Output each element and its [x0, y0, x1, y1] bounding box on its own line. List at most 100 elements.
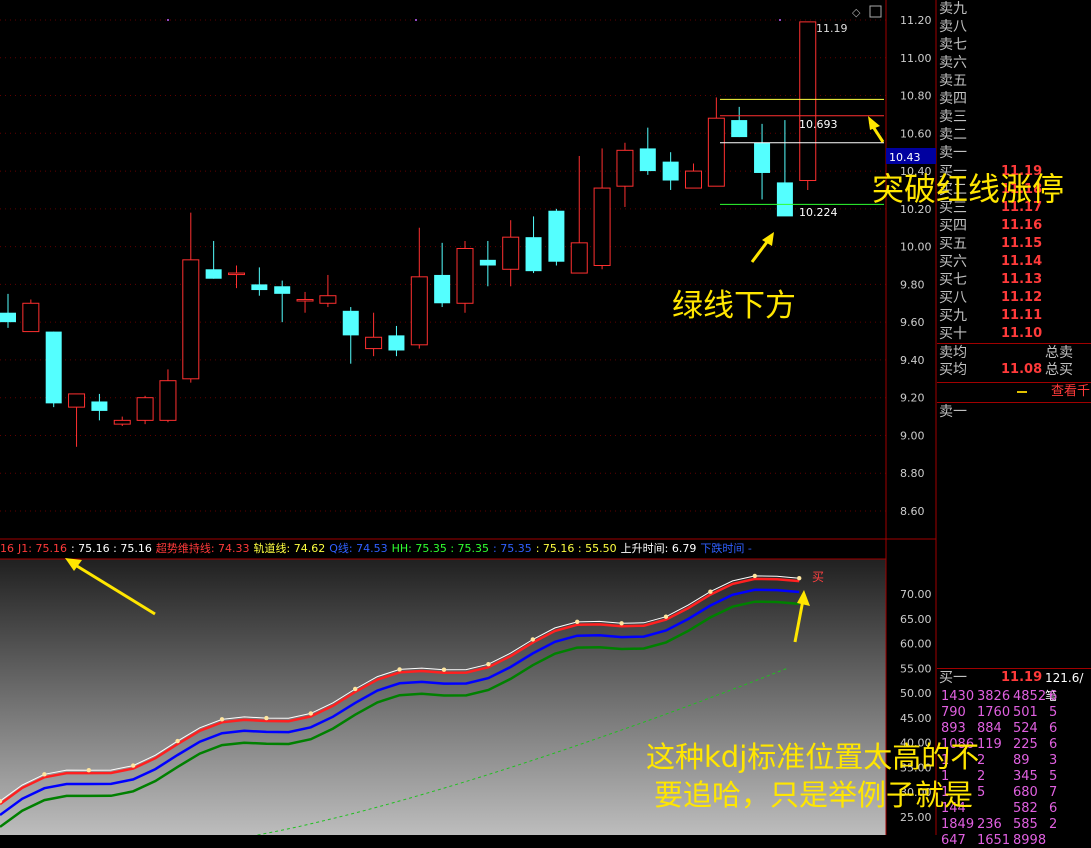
candle-body	[456, 248, 474, 304]
breakout-annotation: 突破红线涨停	[872, 170, 1065, 208]
volume-cell: 5	[977, 785, 986, 800]
ask-label: 卖五	[939, 73, 967, 89]
volume-cell: 1849	[941, 817, 975, 832]
volume-cell: 524	[1013, 721, 1038, 736]
bid-row: 买七 11.13	[937, 271, 1091, 289]
candle	[456, 240, 474, 313]
stock-chart[interactable]: 11.2011.0010.8010.6010.4010.2010.009.809…	[0, 0, 1091, 835]
bid-price: 11.13	[1001, 272, 1043, 287]
ask-row: 卖八	[937, 18, 1091, 36]
kdj-tick-label: 65.00	[900, 613, 932, 626]
support-label: 10.224	[799, 206, 838, 219]
ask-row: 卖九	[937, 0, 1091, 18]
candle-body	[91, 401, 108, 411]
bid-price: 11.12	[1001, 290, 1043, 305]
candle-body	[525, 237, 542, 272]
volume-cell: 7	[1049, 785, 1058, 800]
candle-body	[68, 393, 86, 408]
kdj-point	[708, 589, 713, 594]
ask-label: 卖一	[939, 145, 967, 161]
bid-price: 11.15	[1001, 236, 1043, 251]
high-label: 11.19	[816, 22, 848, 35]
kdj-point	[752, 573, 757, 579]
candle	[799, 21, 817, 190]
kdj-tick-label: 60.00	[900, 638, 932, 651]
ask-row: 卖六	[937, 54, 1091, 72]
value-pair-2: : 75.16 : 55.50	[535, 542, 617, 555]
candle-body	[182, 259, 200, 380]
volume-cell: 680	[1013, 785, 1038, 800]
volume-cell: 236	[977, 817, 1002, 832]
j-prefix: 16	[0, 542, 14, 555]
bid-avg-row: 买均 11.08 总买	[937, 361, 1091, 379]
candle-body	[296, 298, 314, 302]
hh-value: HH: 75.35 : 75.35	[391, 542, 490, 555]
kdj-point	[86, 767, 92, 773]
volume-cell: 3	[1049, 753, 1058, 768]
volume-cell: 1430	[941, 689, 975, 704]
note-line-2: 要追哈，只是举例子就是	[654, 778, 974, 812]
bid-label: 买十	[939, 326, 967, 342]
down-time: 下跌时间 -	[700, 542, 752, 555]
kdj-tick-label: 50.00	[900, 687, 932, 700]
candle-body	[434, 274, 451, 304]
price-tick-label: 10.80	[900, 90, 932, 103]
volume-cell: 884	[977, 721, 1002, 736]
q-line-value: Q线: 74.53	[329, 542, 388, 555]
candle-body	[274, 286, 291, 294]
volume-cell: 6	[1049, 721, 1058, 736]
kdj-point	[663, 614, 669, 619]
candle-body	[365, 336, 383, 350]
kdj-point	[397, 667, 402, 672]
buy-marker: 买	[812, 570, 824, 584]
volume-cell: 6	[1049, 801, 1058, 816]
candle-body	[616, 149, 634, 187]
candle-body	[228, 272, 245, 276]
kdj-point	[175, 738, 180, 744]
bid-row: 买十 11.10	[937, 325, 1091, 343]
ask-row: 卖三	[937, 108, 1091, 126]
price-tick-label: 9.00	[900, 429, 925, 442]
bid-row: 买八 11.12	[937, 289, 1091, 307]
price-tick-label: 11.20	[900, 14, 932, 27]
price-axis: 11.2011.0010.8010.6010.4010.2010.009.809…	[900, 14, 932, 518]
ask-row: 卖四	[937, 90, 1091, 108]
candle-body	[754, 142, 771, 173]
bid-price: 11.11	[1001, 308, 1043, 323]
bid-price: 11.16	[1001, 218, 1043, 233]
candle-body	[639, 148, 656, 172]
value-pair-1: : 75.16 : 75.16	[70, 542, 152, 555]
price-tick-label: 9.60	[900, 316, 925, 329]
volume-cell: 501	[1013, 705, 1038, 720]
buy1-price: 11.19	[1001, 670, 1043, 685]
track-line-value: 轨道线: 74.62	[253, 542, 326, 555]
candle-body	[159, 380, 177, 421]
ask-label: 卖四	[939, 91, 967, 107]
ask-row: 卖一	[937, 144, 1091, 162]
candle-body	[388, 335, 405, 351]
diamond-icon: ◇	[852, 6, 861, 19]
ask-row: 卖五	[937, 72, 1091, 90]
kdj-point	[797, 575, 802, 581]
value-blue: : 75.35	[493, 542, 532, 555]
kdj-point	[353, 686, 358, 692]
order-book: 卖九 卖八 卖七 卖六 卖五 卖四 卖三 卖二 卖一 买一 11.19 买二 11.18 买三 11.17…	[937, 0, 1091, 848]
volume-cell: 5	[1049, 705, 1058, 720]
volume-cell: 1651	[977, 833, 1011, 848]
kdj-tick-label: 55.00	[900, 662, 932, 675]
volume-cell: 790	[941, 705, 966, 720]
bid-avg-label: 买均	[939, 362, 967, 378]
price-tick-label: 10.60	[900, 127, 932, 140]
volume-cell: 582	[1013, 801, 1038, 816]
volume-cell: 585	[1013, 817, 1038, 832]
price-tick-label: 8.80	[900, 467, 925, 480]
volume-cell: 1760	[977, 705, 1011, 720]
total-sell-label: 总卖	[1045, 345, 1073, 361]
kdj-tick-label: 70.00	[900, 588, 932, 601]
bid-row: 买九 11.11	[937, 307, 1091, 325]
candle	[548, 208, 565, 266]
current-price-tag: 10.43	[889, 151, 921, 164]
below-green-annotation: 绿线下方	[672, 288, 796, 324]
view-button[interactable]: 查看千	[1051, 383, 1090, 401]
bid-label: 买五	[939, 236, 967, 252]
